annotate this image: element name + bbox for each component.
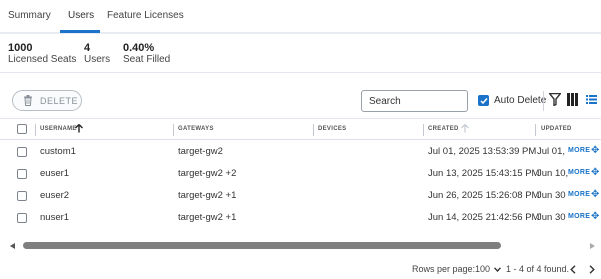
rows-per-page-value: 100 bbox=[475, 264, 491, 274]
auto-delete-checkbox[interactable] bbox=[478, 95, 489, 106]
rows-per-page-select[interactable]: 100 bbox=[475, 264, 501, 274]
pagination-range: 1 - 4 of 4 found. bbox=[506, 264, 570, 274]
caret-down-icon bbox=[493, 267, 501, 273]
cell-created: Jun 13, 2025 15:43:15 PM bbox=[428, 168, 540, 179]
column-separator bbox=[35, 124, 36, 136]
cell-gateways: target-gw2 +2 bbox=[178, 168, 237, 179]
check-icon bbox=[479, 97, 488, 104]
tab-users[interactable]: Users bbox=[68, 10, 94, 21]
rows-per-page-label: Rows per page: bbox=[412, 264, 476, 274]
density-icon[interactable] bbox=[586, 95, 597, 104]
cell-updated: Jun 30 bbox=[537, 190, 566, 201]
active-tab-indicator bbox=[60, 30, 100, 33]
sort-up-icon[interactable] bbox=[75, 124, 83, 133]
more-link[interactable]: MORE bbox=[568, 191, 590, 198]
stat-licensed-seats: 1000 Licensed Seats bbox=[8, 43, 76, 66]
filter-icon[interactable] bbox=[549, 93, 561, 106]
move-icon[interactable]: ✥ bbox=[591, 168, 599, 178]
row-checkbox[interactable] bbox=[17, 213, 27, 223]
tab-feature-licenses[interactable]: Feature Licenses bbox=[107, 10, 184, 21]
chevron-left-icon[interactable] bbox=[570, 265, 576, 274]
scroll-right-arrow[interactable] bbox=[590, 243, 595, 249]
more-link[interactable]: MORE bbox=[568, 147, 590, 154]
move-icon[interactable]: ✥ bbox=[591, 212, 599, 222]
delete-button-label: DELETE bbox=[40, 95, 79, 106]
tab-summary[interactable]: Summary bbox=[8, 10, 51, 21]
column-separator bbox=[173, 124, 174, 136]
stat-label: Seat Filled bbox=[123, 54, 171, 65]
column-separator bbox=[535, 124, 536, 136]
scroll-left-arrow[interactable] bbox=[10, 243, 15, 249]
cell-gateways: target-gw2 bbox=[178, 146, 223, 157]
stat-value: 1000 bbox=[8, 42, 33, 54]
toolbar-separator bbox=[543, 91, 544, 111]
sort-up-icon[interactable] bbox=[461, 124, 469, 133]
cell-updated: Jul 01, bbox=[537, 146, 565, 157]
stat-label: Users bbox=[84, 54, 111, 65]
columns-icon[interactable] bbox=[567, 93, 578, 106]
cell-username: euser1 bbox=[40, 168, 70, 179]
column-header-gateways[interactable]: GATEWAYS bbox=[178, 126, 214, 132]
table-row[interactable]: euser1 target-gw2 +2 Jun 13, 2025 15:43:… bbox=[0, 163, 601, 185]
delete-button[interactable]: DELETE bbox=[12, 90, 82, 111]
stat-users: 4 Users bbox=[84, 43, 110, 66]
cell-created: Jun 26, 2025 15:26:08 PM bbox=[428, 190, 540, 201]
trash-icon bbox=[24, 95, 32, 106]
scrollbar-thumb[interactable] bbox=[23, 242, 501, 249]
stat-seat-filled: 0.40% Seat Filled bbox=[123, 43, 170, 66]
move-icon[interactable]: ✥ bbox=[591, 190, 599, 200]
table-row[interactable]: nuser1 target-gw2 +1 Jun 14, 2025 21:42:… bbox=[0, 207, 601, 229]
cell-gateways: target-gw2 +1 bbox=[178, 190, 237, 201]
cell-updated: Jun 30 bbox=[537, 212, 566, 223]
column-separator bbox=[313, 124, 314, 136]
cell-username: euser2 bbox=[40, 190, 70, 201]
cell-gateways: target-gw2 +1 bbox=[178, 212, 237, 223]
select-all-checkbox[interactable] bbox=[17, 124, 27, 134]
stat-value: 4 bbox=[84, 42, 91, 54]
stat-value: 0.40% bbox=[123, 42, 155, 54]
section-divider bbox=[0, 72, 601, 73]
table-header: USERNAME GATEWAYS DEVICES CREATED UPDATE… bbox=[0, 118, 601, 140]
more-link[interactable]: MORE bbox=[568, 213, 590, 220]
cell-username: custom1 bbox=[40, 146, 76, 157]
column-header-updated[interactable]: UPDATED bbox=[541, 126, 572, 132]
cell-updated: Jun 10, bbox=[537, 168, 569, 179]
cell-created: Jul 01, 2025 13:53:39 PM bbox=[428, 146, 537, 157]
column-separator bbox=[423, 124, 424, 136]
table-row[interactable]: euser2 target-gw2 +1 Jun 26, 2025 15:26:… bbox=[0, 185, 601, 207]
column-header-created[interactable]: CREATED bbox=[428, 126, 459, 132]
cell-username: nuser1 bbox=[40, 212, 70, 223]
auto-delete-label: Auto Delete bbox=[494, 95, 547, 106]
horizontal-scrollbar[interactable] bbox=[0, 240, 601, 252]
tab-bar: Summary Users Feature Licenses bbox=[0, 0, 601, 34]
row-checkbox[interactable] bbox=[17, 169, 27, 179]
column-header-username[interactable]: USERNAME bbox=[40, 126, 77, 132]
search-input[interactable] bbox=[361, 90, 468, 112]
row-checkbox[interactable] bbox=[17, 147, 27, 157]
more-link[interactable]: MORE bbox=[568, 169, 590, 176]
move-icon[interactable]: ✥ bbox=[591, 146, 599, 156]
table-row[interactable]: custom1 target-gw2 Jul 01, 2025 13:53:39… bbox=[0, 141, 601, 163]
chevron-right-icon[interactable] bbox=[589, 265, 595, 274]
cell-created: Jun 14, 2025 21:42:56 PM bbox=[428, 212, 540, 223]
stat-label: Licensed Seats bbox=[8, 54, 77, 65]
column-header-devices[interactable]: DEVICES bbox=[318, 126, 346, 132]
row-checkbox[interactable] bbox=[17, 191, 27, 201]
